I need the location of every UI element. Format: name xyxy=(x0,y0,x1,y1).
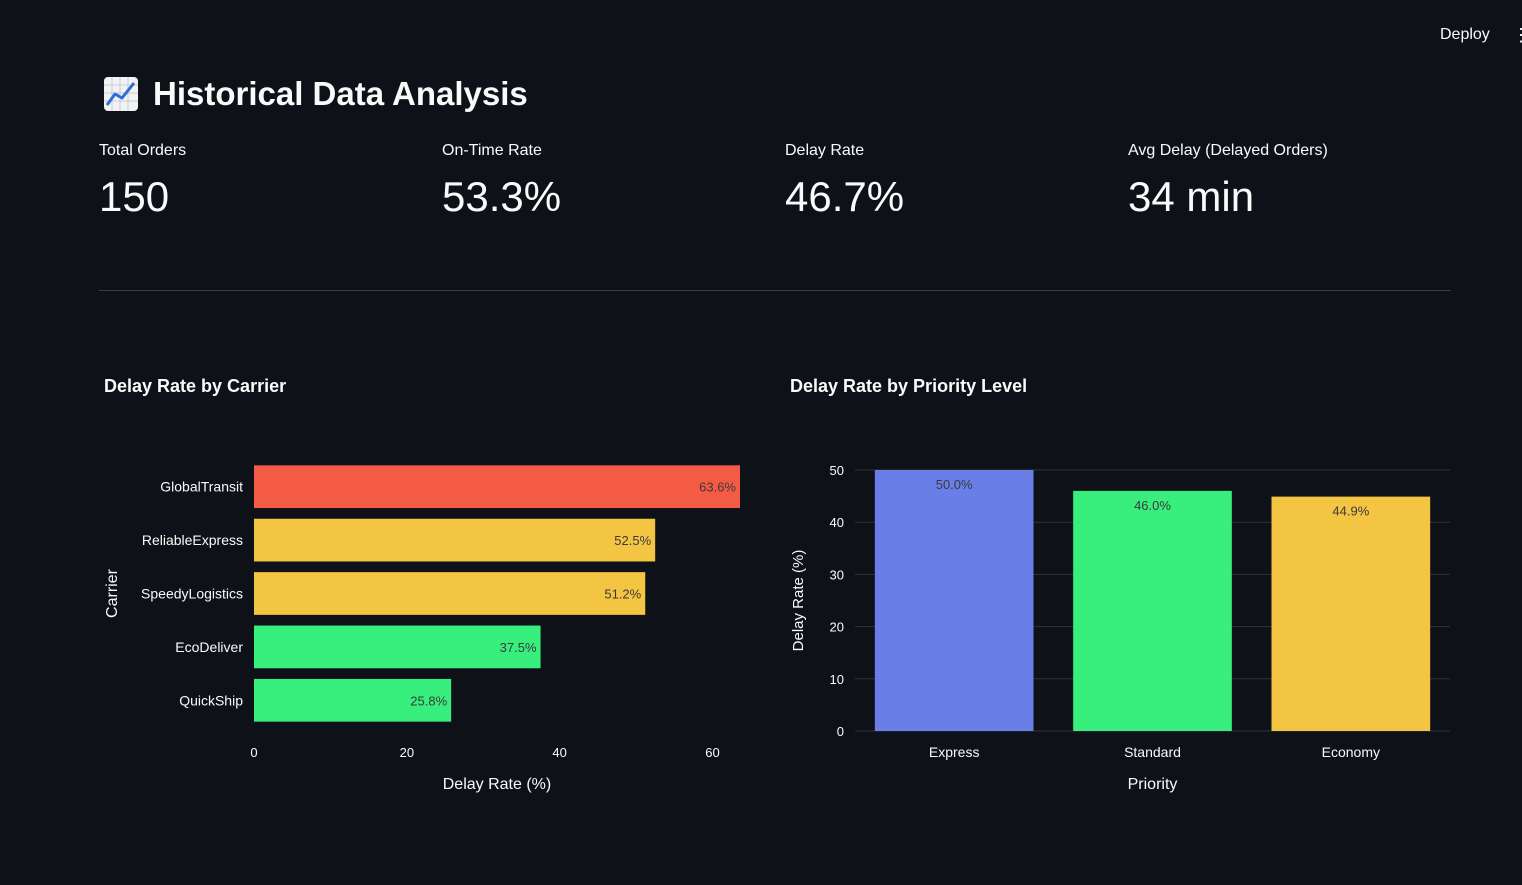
bar-data-label: 63.6% xyxy=(699,480,736,495)
chart-increasing-icon xyxy=(103,76,139,112)
divider xyxy=(99,290,1451,291)
bar-economy xyxy=(1271,496,1431,731)
y-tick-label: 10 xyxy=(830,672,844,687)
metric-value: 53.3% xyxy=(442,173,562,220)
kebab-menu-icon[interactable]: ⋮ xyxy=(1512,22,1522,48)
x-tick-label: Standard xyxy=(1124,744,1181,760)
y-axis-label: Carrier xyxy=(104,568,121,618)
bar-standard xyxy=(1073,490,1232,731)
y-tick-label: ReliableExpress xyxy=(142,532,243,548)
metric-avg-delay: Avg Delay (Delayed Orders) 34 min xyxy=(1128,140,1458,222)
metric-label: Delay Rate xyxy=(785,142,865,159)
bar-data-label: 44.9% xyxy=(1332,504,1369,519)
y-tick-label: 20 xyxy=(830,620,844,635)
metric-delay-rate: Delay Rate 46.7% xyxy=(785,140,1115,222)
y-tick-label: SpeedyLogistics xyxy=(141,586,243,602)
metric-label: Avg Delay (Delayed Orders) xyxy=(1128,142,1328,159)
y-tick-label: 0 xyxy=(837,724,844,739)
y-tick-label: QuickShip xyxy=(179,692,243,708)
metric-value: 150 xyxy=(99,173,170,220)
bar-data-label: 50.0% xyxy=(936,477,973,492)
metrics-row: Total Orders 150 On-Time Rate 53.3% Dela… xyxy=(99,140,1471,230)
deploy-button[interactable]: Deploy xyxy=(1432,22,1498,48)
bar-data-label: 51.2% xyxy=(604,587,641,602)
x-axis-label: Priority xyxy=(1128,776,1178,793)
x-tick-label: 40 xyxy=(552,745,566,760)
y-tick-label: 50 xyxy=(830,463,844,478)
y-tick-label: GlobalTransit xyxy=(160,479,243,495)
metric-label: Total Orders xyxy=(99,142,187,159)
metric-value: 34 min xyxy=(1128,173,1255,220)
bar-express xyxy=(874,470,1034,731)
bar-data-label: 52.5% xyxy=(614,533,651,548)
top-bar: Deploy ⋮ xyxy=(0,0,1522,60)
x-tick-label: Economy xyxy=(1322,744,1380,760)
metric-label: On-Time Rate xyxy=(442,142,542,159)
bar-data-label: 25.8% xyxy=(410,693,447,708)
metric-total-orders: Total Orders 150 xyxy=(99,140,429,222)
y-tick-label: EcoDeliver xyxy=(175,639,243,655)
x-tick-label: 20 xyxy=(400,745,414,760)
y-tick-label: 40 xyxy=(830,515,844,530)
bar-data-label: 46.0% xyxy=(1134,498,1171,513)
priority-bar-chart[interactable]: 0 10 20 30 40 50 50.0% Express 46.0% Standard 44.9… xyxy=(780,420,1470,840)
metric-on-time-rate: On-Time Rate 53.3% xyxy=(442,140,772,222)
page-title-text: Historical Data Analysis xyxy=(153,75,528,112)
x-tick-label: 0 xyxy=(250,745,257,760)
y-axis-label: Delay Rate (%) xyxy=(790,550,807,652)
bar-data-label: 37.5% xyxy=(500,640,537,655)
carrier-chart-title: Delay Rate by Carrier xyxy=(104,376,287,396)
carrier-bar-chart[interactable]: 63.6% GlobalTransit 52.5% ReliableExpress 51… xyxy=(95,420,775,840)
priority-chart-title: Delay Rate by Priority Level xyxy=(790,376,1028,396)
page-title: Historical Data Analysis xyxy=(103,72,528,116)
y-tick-label: 30 xyxy=(830,567,844,582)
metric-value: 46.7% xyxy=(785,173,905,220)
bar-speedylogistics xyxy=(254,572,646,615)
x-tick-label: Express xyxy=(929,744,980,760)
bar-ecodeliver xyxy=(254,625,541,669)
bar-reliableexpress xyxy=(254,518,656,562)
bar-globaltransit xyxy=(254,465,740,509)
x-tick-label: 60 xyxy=(705,745,719,760)
x-axis-label: Delay Rate (%) xyxy=(443,776,551,793)
